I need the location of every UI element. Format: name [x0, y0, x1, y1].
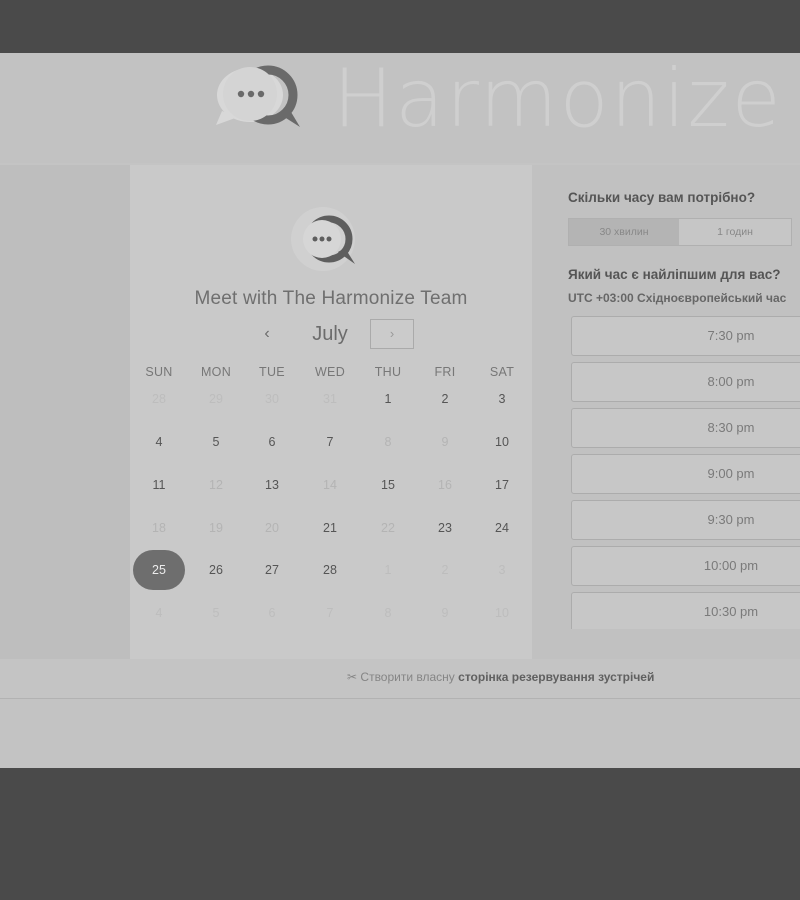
calendar-day: 10 — [495, 606, 509, 620]
footer-link-bold: сторінка резервування зустрічей — [458, 670, 655, 684]
calendar-day: 22 — [381, 521, 395, 535]
time-slot-label: 9:30 pm — [707, 512, 755, 527]
month-label: July — [312, 323, 348, 345]
time-question: Який час є найліпшим для вас? — [568, 267, 781, 282]
time-slot-button[interactable]: 10:00 pm — [571, 546, 800, 586]
calendar-day[interactable]: 3 — [482, 379, 522, 419]
calendar-day: 14 — [323, 478, 337, 492]
time-slot-label: 10:30 pm — [703, 604, 759, 619]
calendar-day: 6 — [268, 606, 276, 620]
time-slot-label: 9:00 pm — [707, 466, 755, 481]
booking-card: Meet with The Harmonize Team ‹ July › SU… — [0, 165, 800, 659]
month-navigation: ‹ July › — [130, 317, 532, 351]
weekday-label: THU — [374, 365, 402, 379]
time-slot-label: 7:30 pm — [707, 328, 755, 343]
header: Harmonize — [0, 53, 800, 163]
calendar-day: 9 — [441, 606, 449, 620]
bottom-area — [0, 699, 800, 768]
next-month-button[interactable]: › — [370, 319, 414, 349]
weekday-label: WED — [314, 365, 346, 379]
calendar-day[interactable]: 1 — [368, 379, 408, 419]
meeting-title: Meet with The Harmonize Team — [194, 288, 468, 309]
calendar-day[interactable]: 21 — [310, 508, 350, 548]
calendar-day[interactable]: 15 — [368, 465, 408, 505]
calendar-day[interactable]: 27 — [252, 550, 292, 590]
duration-question: Скільки часу вам потрібно? — [568, 190, 756, 205]
calendar-day: 7 — [326, 606, 334, 620]
chat-bubble-logo-icon — [216, 65, 300, 127]
left-margin — [0, 165, 130, 659]
prev-month-button[interactable]: ‹ — [252, 321, 282, 347]
time-slot-button[interactable]: 7:30 pm — [571, 316, 800, 356]
calendar-day: 8 — [384, 606, 392, 620]
calendar-day: 29 — [209, 392, 223, 406]
scissors-icon: ✂ — [347, 670, 358, 684]
calendar-day[interactable]: 6 — [252, 422, 292, 462]
footer: ✂ Створити власну сторінка резервування … — [0, 659, 800, 699]
time-slot-button[interactable]: 10:30 pm — [571, 592, 800, 629]
calendar-day[interactable]: 24 — [482, 508, 522, 548]
calendar-day[interactable]: 17 — [482, 465, 522, 505]
duration-60-button[interactable]: 1 годин — [679, 219, 791, 245]
calendar-day[interactable]: 28 — [310, 550, 350, 590]
booking-page: Harmonize Meet with The Harmonize Team ‹… — [0, 53, 800, 768]
calendar-day: 9 — [441, 435, 449, 449]
calendar-day: 4 — [155, 606, 163, 620]
time-slot-button[interactable]: 9:30 pm — [571, 500, 800, 540]
duration-toggle: 30 хвилин 1 годин — [568, 218, 792, 246]
time-selection-pane: Скільки часу вам потрібно? 30 хвилин 1 г… — [536, 165, 800, 659]
time-slot-button[interactable]: 8:30 pm — [571, 408, 800, 448]
weekday-label: SUN — [145, 365, 173, 379]
calendar-day: 8 — [384, 435, 392, 449]
calendar-day[interactable]: 10 — [482, 422, 522, 462]
calendar-day[interactable]: 2 — [425, 379, 465, 419]
timezone-label[interactable]: UTC +03:00 Східноєвропейський час — [568, 291, 786, 305]
days-grid: 28 29 30 31 1 2 3 4 5 6 7 8 9 10 11 12 13 14 15 16 17 18 19 20 2… — [130, 389, 532, 649]
calendar-day[interactable]: 4 — [139, 422, 179, 462]
time-slot-button[interactable]: 8:00 pm — [571, 362, 800, 402]
calendar-day: 19 — [209, 521, 223, 535]
time-slot-button[interactable]: 9:00 pm — [571, 454, 800, 494]
weekday-label: SAT — [489, 365, 515, 379]
time-slot-label: 8:30 pm — [707, 420, 755, 435]
weekday-label: TUE — [259, 365, 285, 379]
calendar-day[interactable]: 26 — [196, 550, 236, 590]
create-booking-page-link[interactable]: ✂ Створити власну сторінка резервування … — [347, 670, 654, 684]
calendar-day: 1 — [384, 563, 392, 577]
calendar-day: 31 — [323, 392, 337, 406]
time-slot-label: 10:00 pm — [703, 558, 759, 573]
calendar-day: 30 — [265, 392, 279, 406]
duration-30-button[interactable]: 30 хвилин — [569, 219, 679, 245]
footer-link-prefix: Створити власну — [360, 670, 459, 684]
calendar-day: 18 — [152, 521, 166, 535]
time-slot-label: 8:00 pm — [707, 374, 755, 389]
calendar-day: 2 — [441, 563, 449, 577]
weekday-label: FRI — [434, 365, 456, 379]
calendar-day[interactable]: 13 — [252, 465, 292, 505]
calendar-pane: Meet with The Harmonize Team ‹ July › SU… — [130, 165, 532, 659]
calendar-day[interactable]: 7 — [310, 422, 350, 462]
calendar-day: 12 — [209, 478, 223, 492]
team-avatar-icon — [291, 207, 355, 271]
calendar-day: 3 — [498, 563, 506, 577]
selected-day[interactable]: 25 — [133, 550, 185, 590]
weekday-label: MON — [200, 365, 232, 379]
calendar-day[interactable]: 23 — [425, 508, 465, 548]
calendar-day: 5 — [212, 606, 220, 620]
calendar-day: 20 — [265, 521, 279, 535]
calendar-day[interactable]: 5 — [196, 422, 236, 462]
brand-name: Harmonize — [333, 53, 783, 145]
calendar-day: 16 — [438, 478, 452, 492]
calendar-day: 28 — [152, 392, 166, 406]
calendar-day[interactable]: 11 — [139, 465, 179, 505]
time-slot-list[interactable]: 7:30 pm 8:00 pm 8:30 pm 9:00 pm 9:30 pm 10:00… — [571, 316, 800, 629]
